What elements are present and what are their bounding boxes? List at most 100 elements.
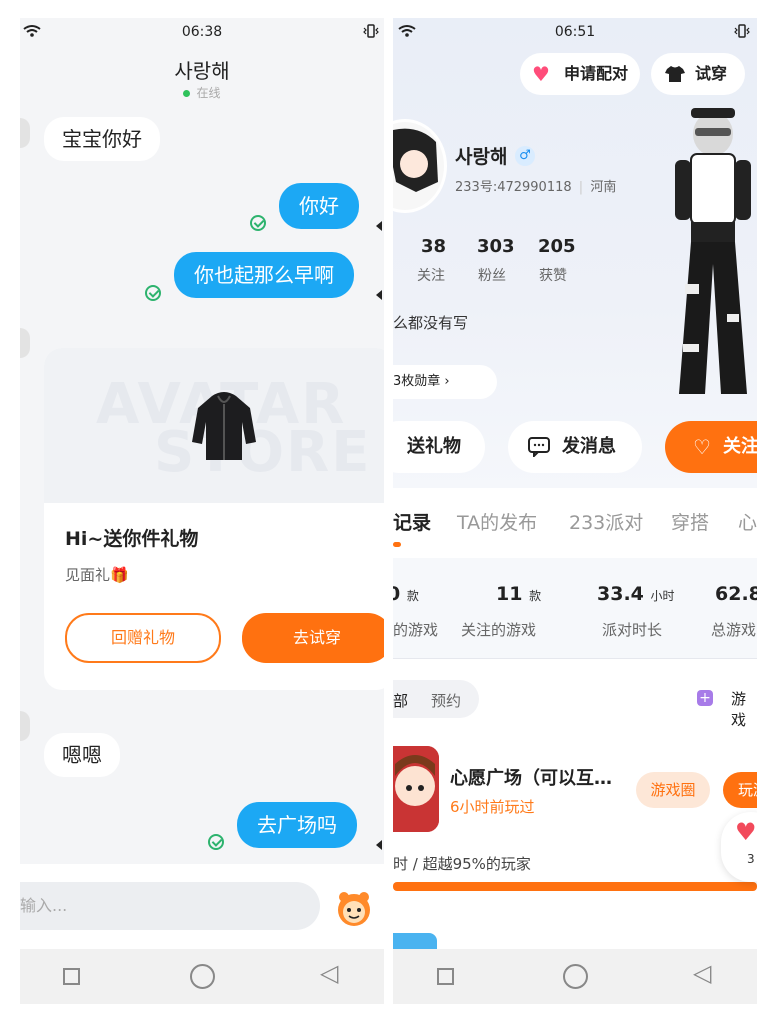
likes-label: 获赞	[539, 268, 567, 284]
game-stat-played-label: 的游戏	[393, 621, 439, 639]
follow-heart-icon: ♡	[693, 435, 711, 459]
gift-subtitle: 见面礼🎁	[65, 566, 129, 584]
game-circle-button[interactable]: 游戏圈	[636, 772, 710, 808]
status-time: 06:51	[554, 24, 596, 40]
contact-avatar[interactable]	[20, 711, 30, 741]
fans-label: 粉丝	[478, 268, 506, 284]
next-item-thumbnail	[393, 933, 437, 949]
badges-button[interactable]: 3枚勋章 ›	[393, 365, 497, 399]
game-stat-played-num: 0	[393, 583, 401, 605]
chat-bubble-icon	[528, 437, 550, 457]
my-avatar-edge-icon	[376, 221, 382, 231]
like-heart-icon: ♥	[735, 818, 757, 846]
game-stat-followed-label: 关注的游戏	[461, 621, 537, 639]
game-progress-bar	[393, 882, 757, 891]
likes-count[interactable]: 205	[538, 236, 576, 257]
user-region: 河南	[590, 180, 617, 195]
game-stat-party-time: 33.4 小时	[597, 583, 675, 605]
game-stat-followed: 11 款	[496, 583, 541, 605]
contact-name: 사랑해	[174, 59, 230, 83]
profile-panel: 06:51 ♥ 申请配对 试穿 사랑해 ♂ 233号:472990118 | 河…	[393, 18, 757, 1004]
tab-records[interactable]: 记录	[393, 508, 431, 535]
message-bubble-out: 你好	[279, 183, 359, 229]
game-filter-button[interactable]: 游戏	[731, 688, 757, 730]
tab-outfits[interactable]: 穿搭	[671, 508, 709, 535]
return-gift-button[interactable]: 回赠礼物	[65, 613, 221, 663]
follow-label: 关注	[723, 436, 757, 457]
game-stat-party-label: 派对时长	[602, 621, 663, 639]
message-input[interactable]: 输入...	[20, 882, 320, 930]
try-on-label: 试穿	[695, 64, 728, 83]
online-label: 在线	[196, 86, 221, 100]
avatar-character[interactable]	[661, 104, 757, 404]
like-floating-button[interactable]: ♥ 3	[721, 812, 757, 882]
game-stat-played-unit: 款	[406, 589, 419, 603]
home-icon[interactable]	[563, 964, 588, 989]
play-game-button[interactable]: 玩游	[723, 772, 757, 808]
profile-bio: 么都没有写	[393, 314, 469, 332]
message-bubble-in: 嗯嗯	[44, 733, 120, 777]
try-on-top-button[interactable]: 试穿	[651, 53, 745, 95]
read-check-icon	[250, 215, 266, 231]
follow-button[interactable]: ♡ 关注	[665, 421, 757, 473]
game-icon[interactable]	[393, 746, 439, 832]
game-stats-card	[393, 558, 757, 659]
vibrate-icon	[362, 24, 380, 41]
like-count: 3	[747, 852, 755, 866]
send-message-label: 发消息	[562, 436, 616, 457]
contact-avatar[interactable]	[20, 118, 30, 148]
apply-match-button[interactable]: ♥ 申请配对	[520, 53, 640, 95]
following-count[interactable]: 38	[421, 236, 446, 257]
my-avatar-edge-icon	[376, 840, 382, 850]
status-bar: 06:38	[20, 18, 384, 46]
game-stat-total-label: 总游戏	[711, 621, 757, 639]
chat-panel: 06:38 사랑해 在线 宝宝你好 你好 你也起那么早啊 AVATAR STOR…	[20, 18, 384, 1004]
try-on-button[interactable]: 去试穿	[242, 613, 384, 663]
status-bar: 06:51	[393, 18, 757, 46]
game-stat-followed-unit: 款	[529, 589, 542, 603]
plus-icon[interactable]: +	[697, 690, 713, 706]
send-gift-label: 送礼物	[407, 436, 461, 457]
hoodie-icon	[192, 392, 256, 460]
online-dot-icon	[183, 90, 191, 97]
following-label: 关注	[417, 268, 445, 284]
contact-avatar[interactable]	[20, 328, 30, 358]
send-message-button[interactable]: 发消息	[508, 421, 642, 473]
system-nav-bar: ◁	[20, 949, 384, 1004]
tab-party[interactable]: 233派对	[569, 508, 643, 535]
home-icon[interactable]	[190, 964, 215, 989]
filter-reserve[interactable]: 预约	[431, 690, 461, 711]
game-stat-followed-num: 11	[496, 583, 523, 605]
profile-name: 사랑해	[455, 146, 508, 168]
gift-title: Hi~送你件礼物	[65, 528, 199, 550]
user-id: 233号:472990118 | 河南	[455, 180, 617, 195]
game-title[interactable]: 心愿广场（可以互…	[450, 764, 612, 790]
vibrate-icon	[733, 24, 751, 41]
filter-all[interactable]: 部	[393, 690, 408, 711]
recent-apps-icon[interactable]	[63, 968, 80, 985]
online-status: 在线	[20, 84, 384, 101]
tab-posts[interactable]: TA的发布	[457, 508, 537, 535]
emoji-icon[interactable]	[334, 888, 374, 928]
tab-more[interactable]: 心	[738, 508, 757, 535]
chat-header: 사랑해 在线	[20, 46, 384, 110]
send-gift-button[interactable]: 送礼物	[393, 421, 485, 473]
back-icon[interactable]: ◁	[320, 959, 338, 987]
gift-card[interactable]: AVATAR STORE Hi~送你件礼物 见面礼🎁 回赠礼物 去试穿	[44, 348, 384, 690]
male-icon: ♂	[515, 146, 535, 166]
user-id-text: 233号:472990118	[455, 180, 572, 195]
apply-match-label: 申请配对	[564, 64, 629, 83]
system-nav-bar: ◁	[393, 949, 757, 1004]
badges-label: 3枚勋章 ›	[393, 374, 450, 389]
back-icon[interactable]: ◁	[693, 959, 711, 987]
recent-apps-icon[interactable]	[437, 968, 454, 985]
heart-icon: ♥	[532, 62, 550, 86]
my-avatar-edge-icon	[376, 290, 382, 300]
fans-count[interactable]: 303	[477, 236, 515, 257]
game-rank-text: 时 / 超越95%的玩家	[393, 855, 531, 873]
message-bubble-out: 去广场吗	[237, 802, 357, 848]
message-bubble-out: 你也起那么早啊	[174, 252, 354, 298]
game-stat-total: 62.8	[715, 583, 757, 605]
game-stat-party-num: 33.4	[597, 583, 644, 605]
gift-image: AVATAR STORE	[44, 348, 384, 503]
